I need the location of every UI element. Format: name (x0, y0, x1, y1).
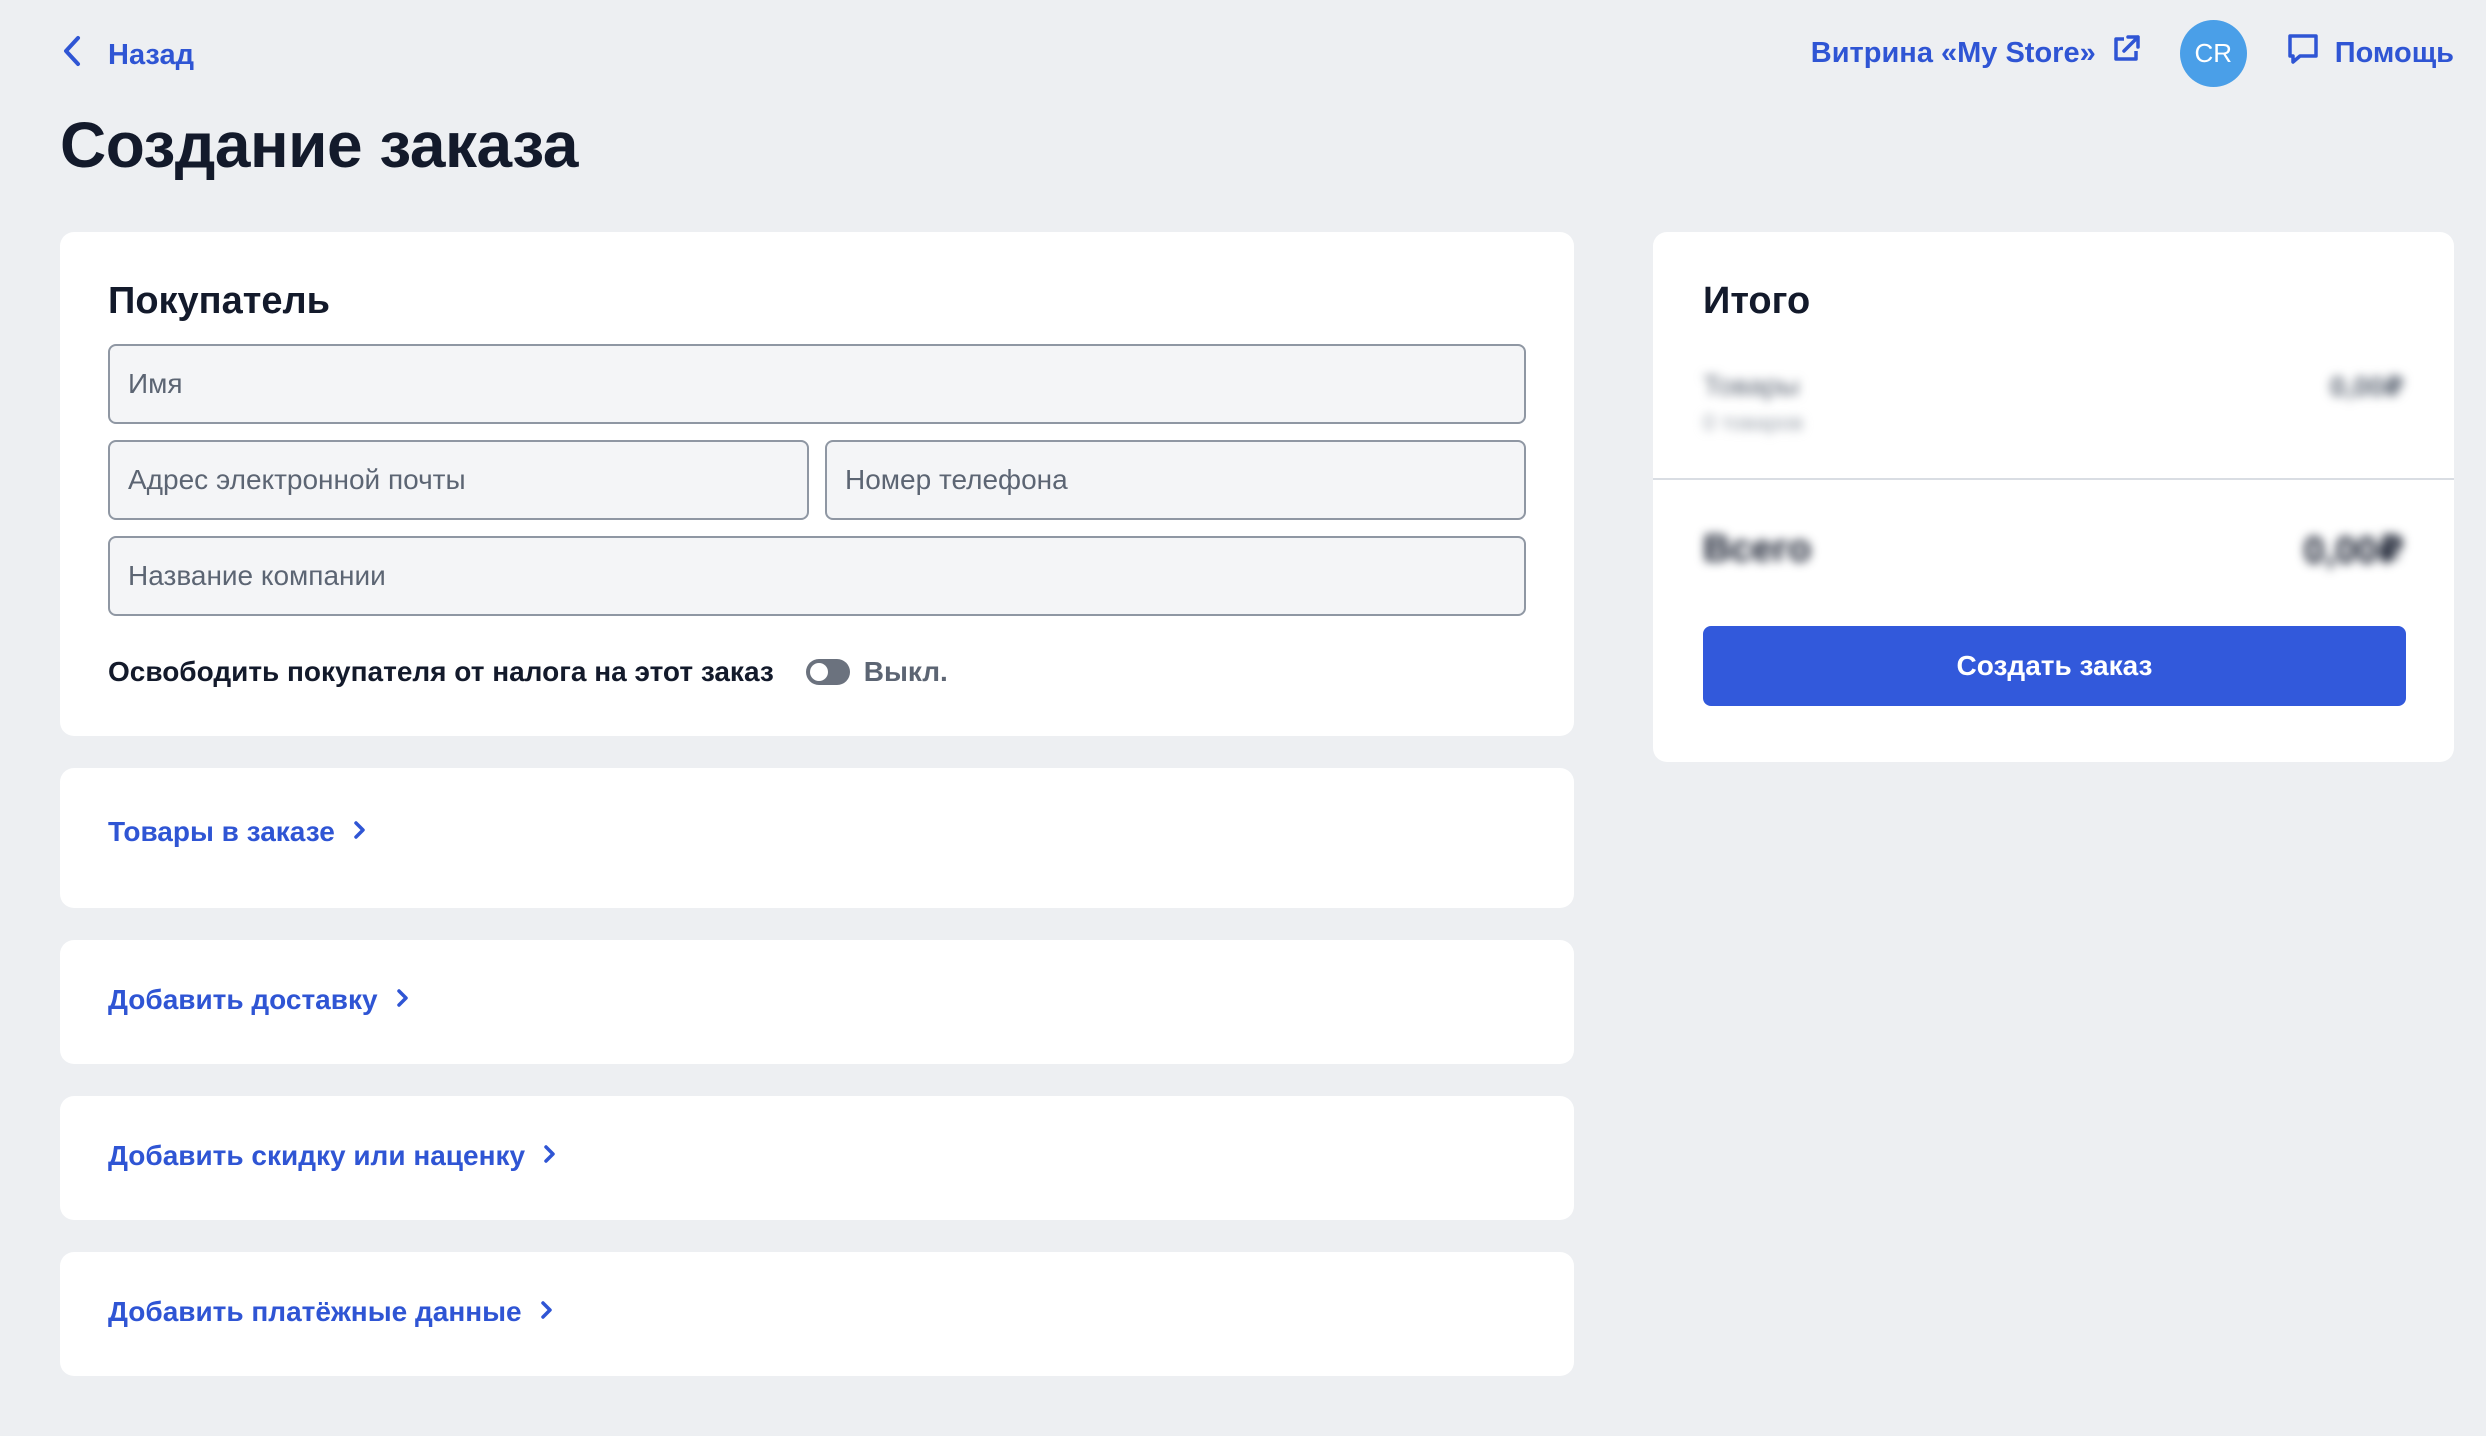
products-section: Товары в заказе (60, 768, 1574, 908)
chat-bubble-icon (2285, 31, 2321, 75)
page-title: Создание заказа (60, 109, 578, 181)
tax-exempt-row: Освободить покупателя от налога на этот … (108, 652, 948, 692)
phone-field[interactable] (825, 440, 1526, 520)
help-label: Помощь (2334, 36, 2454, 69)
help-button[interactable]: Помощь (2285, 31, 2454, 75)
subtotal-label-redacted: Товары (1703, 370, 1800, 401)
discount-link-label: Добавить скидку или наценку (108, 1140, 526, 1171)
phone-input[interactable] (845, 464, 1506, 496)
tax-exempt-label: Освободить покупателя от налога на этот … (108, 656, 774, 687)
avatar-initials: CR (2194, 37, 2233, 68)
email-field[interactable] (108, 440, 809, 520)
payment-link[interactable]: Добавить платёжные данные (108, 1296, 556, 1328)
name-input[interactable] (128, 368, 1506, 400)
products-link-label: Товары в заказе (108, 816, 335, 847)
create-order-button[interactable]: Создать заказ (1703, 626, 2406, 706)
company-input[interactable] (128, 560, 1506, 592)
buyer-title: Покупатель (108, 280, 331, 322)
chevron-right-icon (351, 816, 369, 848)
summary-card: Итого Товары 0 товаров 0,00₽ Всего 0,00₽… (1653, 232, 2454, 762)
discount-section: Добавить скидку или наценку (60, 1096, 1574, 1220)
subtotal-count-redacted: 0 товаров (1703, 410, 1804, 435)
toggle-knob (809, 663, 828, 681)
storefront-link-label: Витрина «My Store» (1810, 36, 2096, 69)
chevron-right-icon (394, 984, 412, 1016)
discount-link[interactable]: Добавить скидку или наценку (108, 1140, 559, 1172)
grand-total-label-redacted: Всего (1703, 528, 1812, 570)
tax-exempt-state: Выкл. (863, 656, 948, 687)
chevron-right-icon (538, 1296, 556, 1328)
grand-total-value-redacted: 0,00₽ (2303, 530, 2404, 572)
payment-link-label: Добавить платёжные данные (108, 1296, 522, 1327)
back-label: Назад (108, 38, 194, 71)
delivery-link[interactable]: Добавить доставку (108, 984, 412, 1016)
summary-title: Итого (1703, 280, 1811, 322)
chevron-left-icon (58, 32, 88, 78)
top-bar: Назад Витрина «My Store» CR Помощь (0, 0, 2486, 105)
chevron-right-icon (541, 1140, 559, 1172)
external-link-icon (2110, 33, 2142, 73)
subtotal-value-redacted: 0,00₽ (2330, 371, 2404, 402)
name-field[interactable] (108, 344, 1526, 424)
delivery-link-label: Добавить доставку (108, 984, 378, 1015)
summary-divider (1653, 478, 2454, 480)
header-actions: Витрина «My Store» CR Помощь (1811, 18, 2454, 88)
company-field[interactable] (108, 536, 1526, 616)
products-link[interactable]: Товары в заказе (108, 816, 369, 848)
delivery-section: Добавить доставку (60, 940, 1574, 1064)
storefront-link[interactable]: Витрина «My Store» (1811, 33, 2142, 73)
avatar[interactable]: CR (2179, 19, 2247, 87)
back-link[interactable]: Назад (58, 30, 194, 80)
payment-section: Добавить платёжные данные (60, 1252, 1574, 1376)
tax-exempt-toggle[interactable] (805, 659, 850, 685)
email-input[interactable] (128, 464, 789, 496)
buyer-card: Покупатель Освободить покупателя от нало… (60, 232, 1574, 736)
